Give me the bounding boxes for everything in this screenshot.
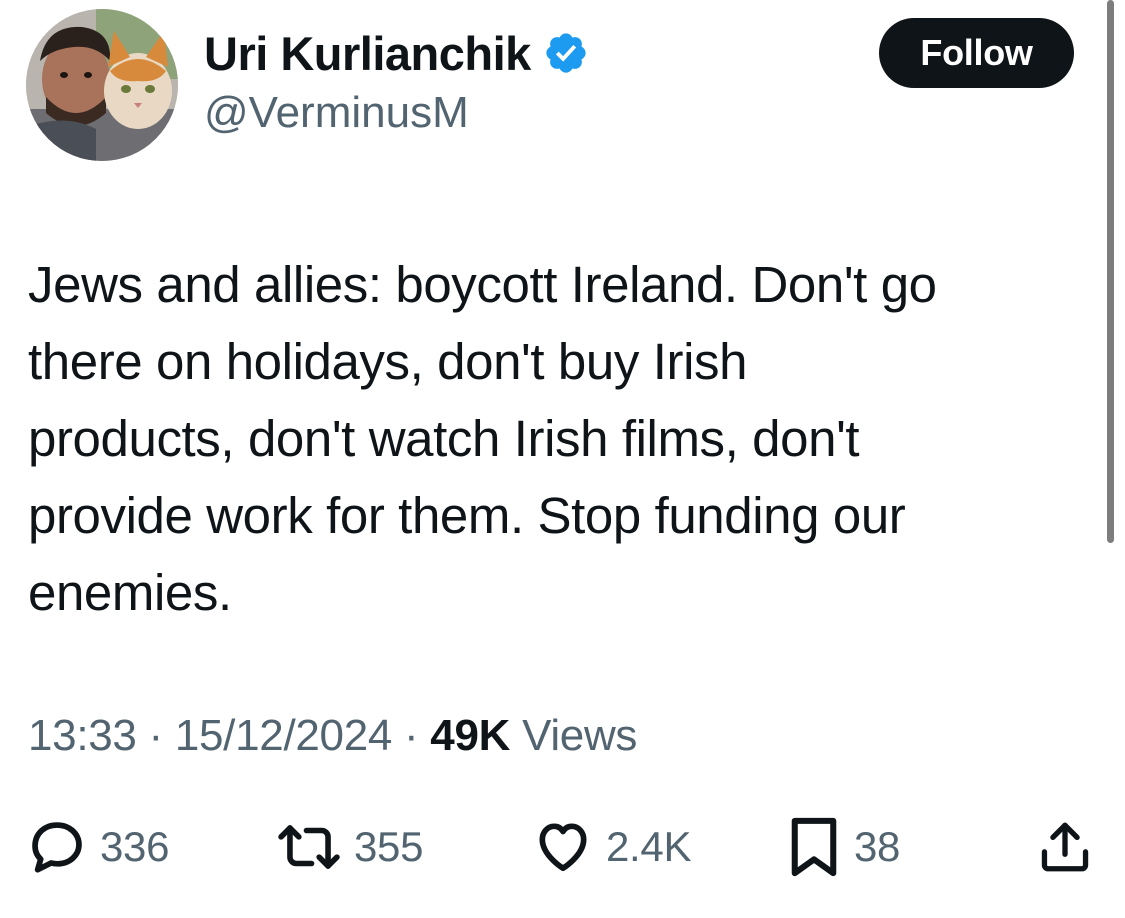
meta-separator: ·: [404, 711, 419, 760]
follow-button[interactable]: Follow: [879, 18, 1074, 88]
reply-icon: [32, 822, 82, 873]
verified-badge-icon: [546, 33, 586, 73]
bookmark-button[interactable]: 38: [786, 812, 900, 882]
like-button[interactable]: 2.4K: [532, 812, 692, 882]
tweet-meta: 13:33 · 15/12/2024 · 49K Views: [28, 708, 637, 764]
tweet-time[interactable]: 13:33: [28, 711, 137, 760]
share-button[interactable]: [1036, 812, 1094, 882]
tweet-text-line: there on holidays, don't buy Irish: [28, 333, 748, 390]
author-name-row[interactable]: Uri Kurlianchik: [204, 22, 589, 84]
repost-button[interactable]: 355: [276, 812, 423, 882]
reply-count: 336: [100, 823, 170, 870]
tweet-text-line: products, don't watch Irish films, don't: [28, 410, 860, 467]
views-count: 49K: [430, 711, 511, 760]
views-label: Views: [522, 711, 638, 760]
tweet-text-line: provide work for them. Stop funding our: [28, 487, 906, 544]
repost-icon: [278, 825, 340, 869]
avatar[interactable]: [26, 9, 178, 161]
action-bar: 336 355 2.4K 38: [0, 812, 1125, 882]
bookmark-count: 38: [854, 823, 901, 870]
profile-photo-icon: [26, 9, 178, 161]
meta-separator: ·: [148, 711, 164, 760]
reply-button[interactable]: 336: [26, 812, 169, 882]
scrollbar[interactable]: [1107, 0, 1114, 543]
display-name[interactable]: Uri Kurlianchik: [204, 26, 531, 81]
tweet-text: Jews and allies: boycott Ireland. Don't …: [28, 246, 1088, 631]
heart-icon: [539, 823, 587, 872]
like-count: 2.4K: [606, 823, 692, 870]
bookmark-icon: [791, 817, 837, 877]
author-handle[interactable]: @VerminusM: [204, 88, 469, 138]
tweet-date[interactable]: 15/12/2024: [175, 711, 393, 760]
share-icon: [1041, 822, 1089, 872]
tweet-text-line: enemies.: [28, 564, 232, 621]
repost-count: 355: [354, 823, 424, 870]
tweet-text-line: Jews and allies: boycott Ireland. Don't …: [28, 256, 937, 313]
